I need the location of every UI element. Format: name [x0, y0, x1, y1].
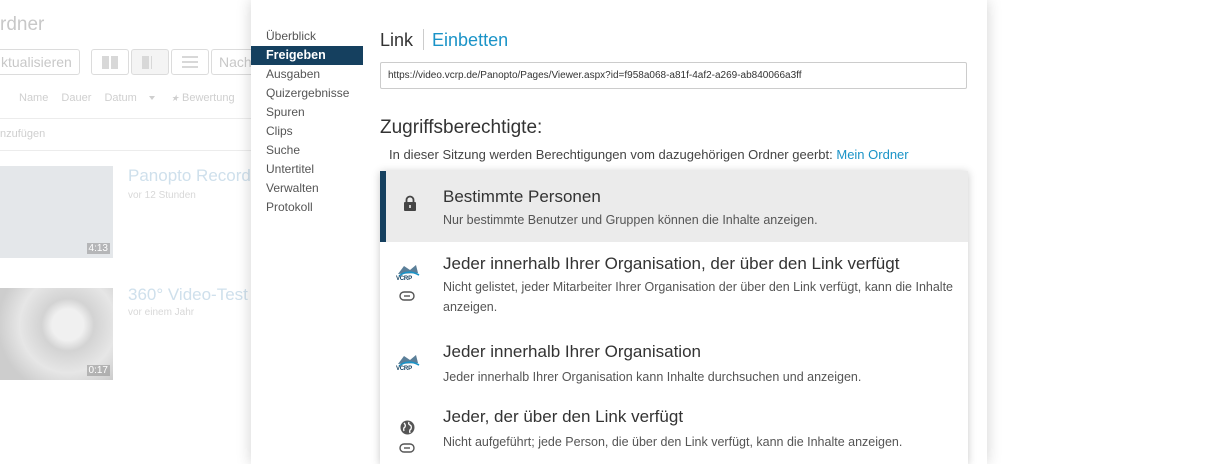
star-icon: ★ — [170, 93, 179, 103]
share-tabs: Link Einbetten — [380, 29, 508, 53]
option-desc: Nur bestimmte Benutzer und Gruppen könne… — [443, 213, 818, 227]
divider — [0, 118, 251, 119]
video-duration: 0:17 — [86, 365, 110, 376]
video-thumbnail[interactable]: 0:17 — [0, 288, 113, 380]
detail-icon — [142, 56, 152, 69]
video-age: vor 12 Stunden — [128, 190, 196, 201]
search-field[interactable]: Nach — [211, 49, 251, 75]
sort-bar: Name Dauer Datum ★ Bewertung — [19, 92, 255, 104]
option-title: Jeder innerhalb Ihrer Organisation, der … — [443, 254, 900, 273]
refresh-button[interactable]: ktualisieren — [0, 49, 80, 75]
nav-item-quiz-results[interactable]: Quizergebnisse — [251, 84, 363, 103]
option-title: Jeder innerhalb Ihrer Organisation — [443, 342, 701, 361]
link-icon — [399, 443, 415, 453]
video-duration: 4:13 — [86, 243, 110, 254]
share-panel: Link Einbetten https://video.vcrp.de/Pano… — [380, 0, 987, 464]
inherit-folder-link[interactable]: Mein Ordner — [836, 147, 908, 162]
view-detail-button[interactable] — [131, 49, 169, 75]
nav-item-log[interactable]: Protokoll — [251, 198, 363, 217]
add-link[interactable]: nzufügen — [0, 128, 45, 140]
divider — [0, 150, 251, 151]
nav-item-captions[interactable]: Untertitel — [251, 160, 363, 179]
video-title[interactable]: Panopto Recorde — [128, 166, 252, 186]
chevron-down-icon — [148, 95, 155, 100]
option-anyone-with-link[interactable]: Jeder, der über den Link verfügt Nicht a… — [380, 402, 968, 464]
option-specific-people[interactable]: Bestimmte Personen Nur bestimmte Benutze… — [380, 171, 968, 242]
list-icon — [182, 56, 198, 69]
sort-duration[interactable]: Dauer — [61, 92, 91, 104]
option-desc: Nicht gelistet, jeder Mitarbeiter Ihrer … — [443, 280, 953, 314]
tab-link[interactable]: Link — [380, 30, 413, 50]
video-age: vor einem Jahr — [128, 307, 195, 318]
video-thumbnail[interactable]: 4:13 — [0, 166, 113, 258]
settings-nav: Überblick Freigeben Ausgaben Quizergebni… — [251, 27, 363, 217]
vcrp-logo-icon: VCRP — [396, 264, 420, 282]
option-org-with-link[interactable]: VCRP Jeder innerhalb Ihrer Organisation,… — [380, 242, 968, 334]
globe-icon — [400, 420, 415, 435]
nav-item-clips[interactable]: Clips — [251, 122, 363, 141]
tab-embed[interactable]: Einbetten — [432, 30, 508, 50]
vcrp-logo-icon: VCRP — [396, 354, 420, 372]
nav-item-search[interactable]: Suche — [251, 141, 363, 160]
sort-rating[interactable]: ★ Bewertung — [171, 92, 245, 104]
permissions-inherit-text: In dieser Sitzung werden Berechtigungen … — [389, 147, 909, 162]
folder-title: rdner — [0, 14, 45, 35]
nav-item-outputs[interactable]: Ausgaben — [251, 65, 363, 84]
option-desc: Nicht aufgeführt; jede Person, die über … — [443, 435, 903, 449]
tab-separator — [423, 29, 425, 50]
video-title[interactable]: 360° Video-Test — [128, 285, 252, 305]
permission-options: Bestimmte Personen Nur bestimmte Benutze… — [380, 171, 968, 464]
option-desc: Jeder innerhalb Ihrer Organisation kann … — [443, 370, 862, 384]
sort-name[interactable]: Name — [19, 92, 48, 104]
nav-item-overview[interactable]: Überblick — [251, 27, 363, 46]
grid-icon — [102, 56, 118, 69]
nav-item-manage[interactable]: Verwalten — [251, 179, 363, 198]
permissions-heading: Zugriffsberechtigte: — [380, 117, 543, 138]
share-url-field[interactable]: https://video.vcrp.de/Panopto/Pages/View… — [380, 62, 967, 89]
option-title: Bestimmte Personen — [443, 187, 601, 206]
session-settings-modal: Überblick Freigeben Ausgaben Quizergebni… — [251, 0, 987, 464]
sort-date[interactable]: Datum — [104, 92, 157, 104]
view-grid-button[interactable] — [91, 49, 129, 75]
nav-item-share[interactable]: Freigeben — [251, 46, 363, 65]
view-list-button[interactable] — [171, 49, 209, 75]
option-org[interactable]: VCRP Jeder innerhalb Ihrer Organisation … — [380, 334, 968, 402]
nav-item-streams[interactable]: Spuren — [251, 103, 363, 122]
link-icon — [399, 291, 415, 301]
option-title: Jeder, der über den Link verfügt — [443, 407, 684, 426]
lock-icon — [404, 195, 416, 211]
